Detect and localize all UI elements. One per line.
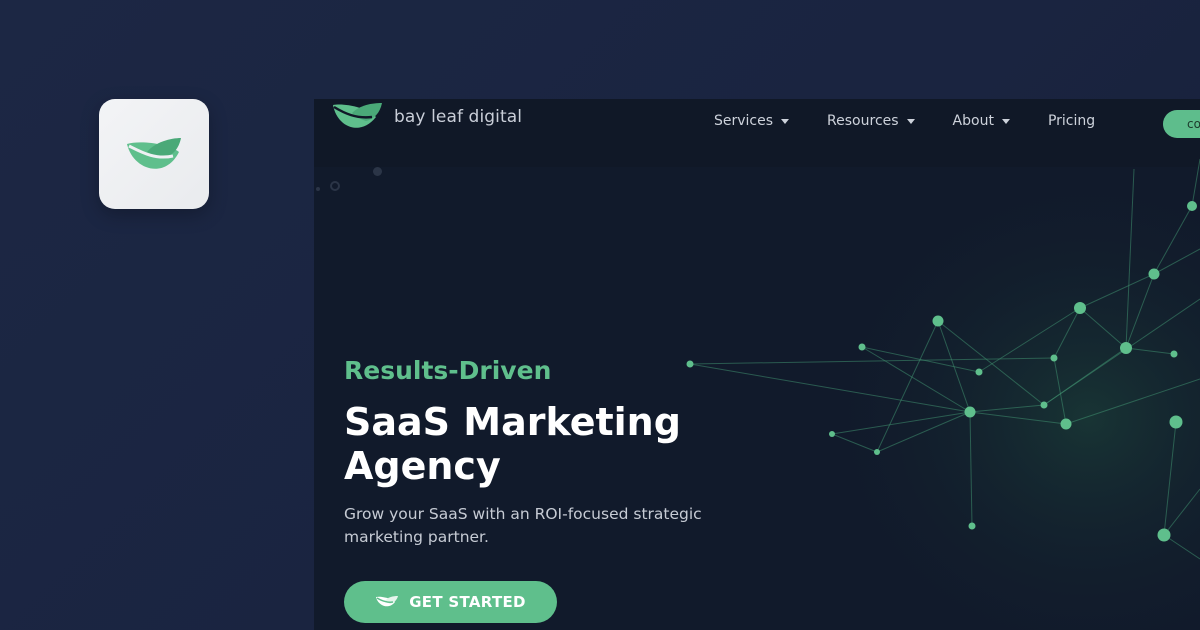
hero-subtext: Grow your SaaS with an ROI-focused strat… [344,503,764,549]
nav-item-label: About [952,113,994,129]
main-nav: Services Resources About Pricing [714,113,1133,129]
nav-item-about[interactable]: About [953,113,1010,129]
chevron-down-icon [781,118,790,124]
nav-item-resources[interactable]: Resources [827,113,915,129]
hero-headline: SaaS Marketing Agency [344,400,764,488]
decorative-dot [330,181,340,191]
chevron-down-icon [1001,118,1010,124]
nav-cta-label: co [1187,117,1200,131]
hero-headline-line: SaaS Marketing [344,400,681,444]
decorative-dot [316,187,320,191]
nav-item-label: Pricing [1047,113,1096,129]
leaf-icon [127,138,181,169]
decorative-dot [373,167,382,176]
nav-item-services[interactable]: Services [714,113,790,129]
nav-cta-button[interactable]: co [1163,110,1200,138]
get-started-button[interactable]: GET STARTED [344,581,557,623]
get-started-label: GET STARTED [409,593,526,611]
hero-kicker: Results-Driven [344,356,552,385]
leaf-icon [333,103,382,128]
hero-headline-line: Agency [344,444,501,488]
brand-name: bay leaf digital [394,107,523,127]
nav-item-pricing[interactable]: Pricing [1048,113,1095,129]
nav-item-label: Resources [827,113,899,129]
leaf-icon [376,596,399,607]
hero-subtext-line: marketing partner. [344,528,489,546]
site-navbar: bay leaf digital Services Resources Abou… [314,99,1200,167]
brand-logo[interactable]: bay leaf digital [330,99,522,135]
nav-item-label: Services [714,113,774,129]
hero-subtext-line: Grow your SaaS with an ROI-focused strat… [344,505,702,523]
app-icon-tile [99,99,209,209]
chevron-down-icon [906,118,915,124]
